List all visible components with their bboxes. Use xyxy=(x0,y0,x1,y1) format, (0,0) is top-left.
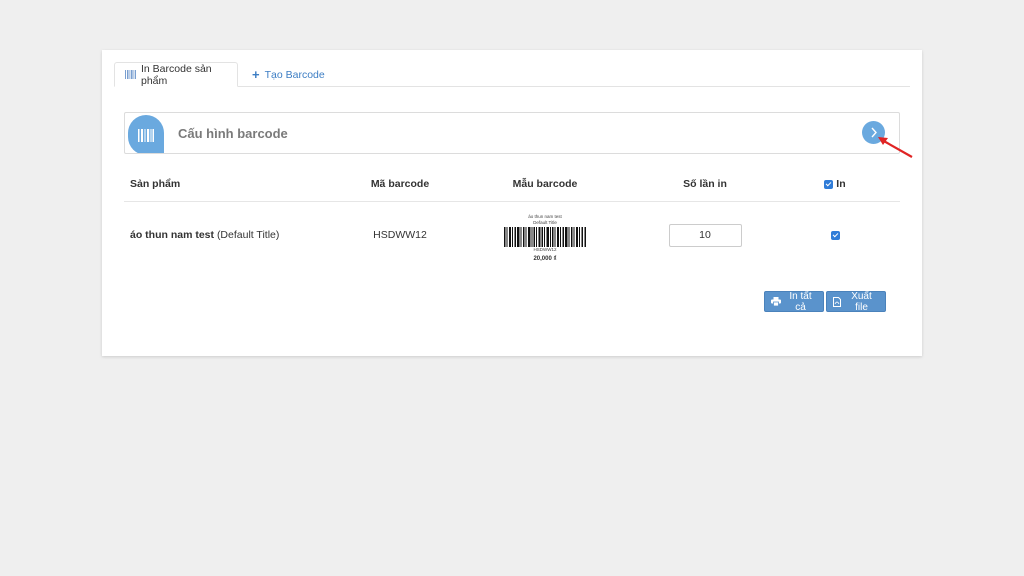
barcode-label-preview: áo thun nam test Default Title HSDWW12 2… xyxy=(504,214,586,262)
header-print-label: In xyxy=(836,178,846,191)
plus-icon: + xyxy=(252,67,260,82)
barcode-config-bar[interactable]: Cấu hình barcode xyxy=(124,112,900,154)
tab-bar: In Barcode sản phẩm + Tạo Barcode xyxy=(114,62,910,87)
product-variant: (Default Title) xyxy=(216,229,280,242)
header-product: Sản phẩm xyxy=(124,168,350,202)
header-count: Số lần in xyxy=(640,168,770,202)
export-file-button[interactable]: Xuất file xyxy=(826,290,886,313)
print-count-input[interactable] xyxy=(668,223,742,247)
barcode-icon xyxy=(125,70,136,79)
print-all-button[interactable]: In tất cả xyxy=(764,290,824,313)
file-pdf-icon xyxy=(833,296,841,307)
tab-create-barcode-label: Tạo Barcode xyxy=(264,68,325,81)
product-cell: áo thun nam test (Default Title) xyxy=(124,201,350,269)
tab-create-barcode[interactable]: + Tạo Barcode xyxy=(242,62,335,87)
tab-print-barcode-label: In Barcode sản phẩm xyxy=(141,62,212,87)
label-price: 20,000 ₫ xyxy=(533,255,557,262)
annotation-arrow xyxy=(878,137,913,158)
barcode-panel: In Barcode sản phẩm + Tạo Barcode Cấu hì… xyxy=(102,50,922,356)
config-title: Cấu hình barcode xyxy=(178,126,288,141)
label-variant: Default Title xyxy=(533,219,557,225)
table-row: áo thun nam test (Default Title) HSDWW12… xyxy=(124,201,900,269)
header-barcode: Mã barcode xyxy=(350,168,450,202)
print-all-label: In tất cả xyxy=(789,290,812,313)
header-print: In xyxy=(770,168,900,202)
product-name: áo thun nam test xyxy=(130,229,215,242)
print-cell xyxy=(770,201,900,269)
row-print-checkbox[interactable] xyxy=(830,230,840,240)
tab-print-barcode[interactable]: In Barcode sản phẩm xyxy=(114,62,238,87)
select-all-checkbox[interactable] xyxy=(824,179,834,189)
count-cell xyxy=(640,201,770,269)
printer-icon xyxy=(771,297,781,306)
barcode-icon xyxy=(128,115,164,153)
table-header-row: Sản phẩm Mã barcode Mẫu barcode Số lần i… xyxy=(124,168,900,202)
product-table: Sản phẩm Mã barcode Mẫu barcode Số lần i… xyxy=(124,168,900,269)
header-template: Mẫu barcode xyxy=(450,168,640,202)
barcode-image xyxy=(504,226,586,247)
export-file-label: Xuất file xyxy=(851,290,872,313)
template-cell: áo thun nam test Default Title HSDWW12 2… xyxy=(450,201,640,269)
label-code: HSDWW12 xyxy=(533,246,557,252)
barcode-cell: HSDWW12 xyxy=(373,229,427,242)
